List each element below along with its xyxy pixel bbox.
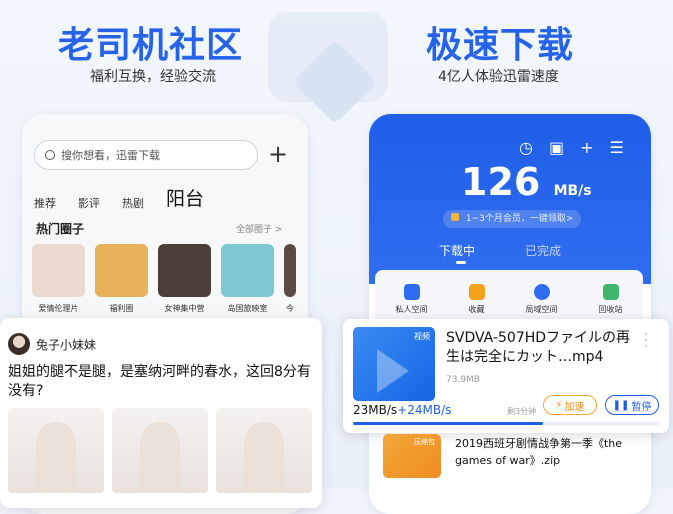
all-circles-link[interactable]: 全部圈子 >: [236, 222, 282, 235]
post-photo[interactable]: [112, 408, 208, 493]
community-tabs: 推荐 影评 热剧 阳台: [34, 184, 204, 211]
shortcut-label: 局域空间: [525, 304, 558, 314]
circle-item[interactable]: 女神集中营: [158, 244, 211, 314]
accelerate-button[interactable]: ⚡ 加速: [543, 395, 597, 415]
circle-label: 福利圈: [109, 304, 134, 313]
menu-icon[interactable]: ☰: [610, 138, 624, 157]
pause-label: 暂停: [631, 401, 652, 413]
post-username[interactable]: 兔子小妹妹: [36, 336, 96, 353]
avatar[interactable]: [8, 333, 30, 355]
speed-header: ◷ ▣ + ☰ 126 MB/s 1~3个月会员，一键领取> 下载中 已完成: [369, 114, 651, 284]
shortcut-panel: 私人空间 收藏 局域空间 回收站: [375, 270, 643, 324]
circle-item[interactable]: 福利圈: [95, 244, 148, 314]
pause-icon: ❚❚: [612, 399, 630, 411]
promo-text: 1~3个月会员，一键领取>: [465, 214, 574, 224]
shortcut-lan-space[interactable]: 局域空间: [525, 283, 558, 315]
tab-balcony[interactable]: 阳台: [166, 184, 204, 211]
rate-boost: +24MB/s: [397, 403, 452, 417]
section-title: 热门圈子: [36, 222, 85, 236]
video-thumbnail: 视频: [353, 327, 435, 401]
circle-thumbnail: [32, 244, 85, 297]
pause-button[interactable]: ❚❚ 暂停: [605, 395, 659, 415]
next-file-name: 2019西班牙剧情战争第一季《the games of war》.zip: [455, 437, 623, 467]
right-subtitle: 4亿人体验迅雷速度: [438, 69, 559, 85]
rate-value: 23MB/s: [353, 403, 398, 417]
shortcut-recycle-bin[interactable]: 回收站: [598, 283, 623, 315]
download-rate: 23MB/s+24MB/s: [353, 403, 451, 417]
speed-unit: MB/s: [553, 183, 592, 199]
file-type-tag: 压缩包: [414, 438, 435, 446]
circle-label: 岛国旅映室: [227, 304, 268, 313]
search-input[interactable]: 搜你想看，迅雷下载: [34, 140, 258, 170]
file-size: 73.9MB: [446, 375, 480, 385]
shortcut-label: 私人空间: [395, 304, 428, 314]
circle-list: 爱情伦理片 福利圈 女神集中营 岛国旅映室 今: [32, 244, 296, 314]
vip-promo-link[interactable]: 1~3个月会员，一键领取>: [443, 210, 582, 228]
circle-thumbnail: [284, 244, 296, 297]
tab-completed[interactable]: 已完成: [525, 242, 561, 259]
left-headline: 老司机社区: [58, 25, 244, 66]
plus-icon[interactable]: +: [580, 138, 593, 157]
header-icons: ◷ ▣ + ☰: [519, 138, 624, 157]
post-photo[interactable]: [216, 408, 312, 493]
circle-item[interactable]: 爱情伦理片: [32, 244, 85, 314]
timer-icon[interactable]: ◷: [519, 138, 533, 157]
window-icon[interactable]: ▣: [549, 138, 564, 157]
accelerate-label: 加速: [564, 401, 585, 413]
right-headline: 极速下载: [426, 25, 575, 66]
left-subtitle: 福利互换，经验交流: [90, 69, 216, 85]
lock-icon: [403, 283, 420, 300]
time-remaining: 剩3分钟: [507, 407, 537, 416]
circle-label: 女神集中营: [164, 304, 205, 313]
speed-value: 126: [461, 160, 541, 204]
star-icon: [468, 283, 485, 300]
trash-icon: [602, 283, 619, 300]
archive-thumbnail[interactable]: 压缩包: [383, 434, 441, 478]
post-card[interactable]: 兔子小妹妹 姐姐的腿不是腿，是塞纳河畔的春水，这回8分有没有?: [0, 318, 322, 508]
tab-recommend[interactable]: 推荐: [34, 195, 56, 211]
post-photos: [8, 408, 312, 493]
circle-thumbnail: [158, 244, 211, 297]
circle-thumbnail: [221, 244, 274, 297]
shortcut-favorites[interactable]: 收藏: [468, 283, 485, 315]
tab-downloading[interactable]: 下载中: [439, 242, 475, 259]
circle-item[interactable]: 今: [284, 244, 296, 314]
progress-fill: [353, 422, 543, 425]
post-photo[interactable]: [8, 408, 104, 493]
file-name: SVDVA-507HDファイルの再生は完全にカット…mp4: [446, 330, 631, 365]
more-vertical-icon[interactable]: · · ·: [644, 328, 648, 354]
circle-item[interactable]: 岛国旅映室: [221, 244, 274, 314]
shortcut-private-space[interactable]: 私人空间: [395, 283, 428, 315]
play-icon: [377, 349, 409, 393]
circle-label: 爱情伦理片: [38, 304, 79, 313]
download-progress: [353, 422, 659, 425]
circle-thumbnail: [95, 244, 148, 297]
search-placeholder: 搜你想看，迅雷下载: [61, 149, 160, 162]
file-type-tag: 视频: [414, 332, 430, 341]
active-tab-indicator: [456, 261, 466, 264]
tab-hot-shows[interactable]: 热剧: [122, 195, 144, 211]
network-icon: [533, 283, 550, 300]
speed-readout: 126 MB/s: [461, 160, 592, 204]
download-task-card[interactable]: 视频 SVDVA-507HDファイルの再生は完全にカット…mp4 73.9MB …: [343, 319, 669, 433]
search-icon: [45, 150, 55, 160]
gift-icon: [451, 213, 459, 221]
tab-reviews[interactable]: 影评: [78, 195, 100, 211]
plus-icon[interactable]: +: [268, 140, 288, 168]
post-text: 姐姐的腿不是腿，是塞纳河畔的春水，这回8分有没有?: [8, 364, 311, 399]
download-tabs: 下载中 已完成: [439, 242, 561, 259]
shortcut-label: 回收站: [598, 304, 623, 314]
shortcut-label: 收藏: [468, 304, 485, 314]
lightning-icon: ⚡: [555, 399, 563, 411]
circle-label: 今: [286, 304, 294, 313]
